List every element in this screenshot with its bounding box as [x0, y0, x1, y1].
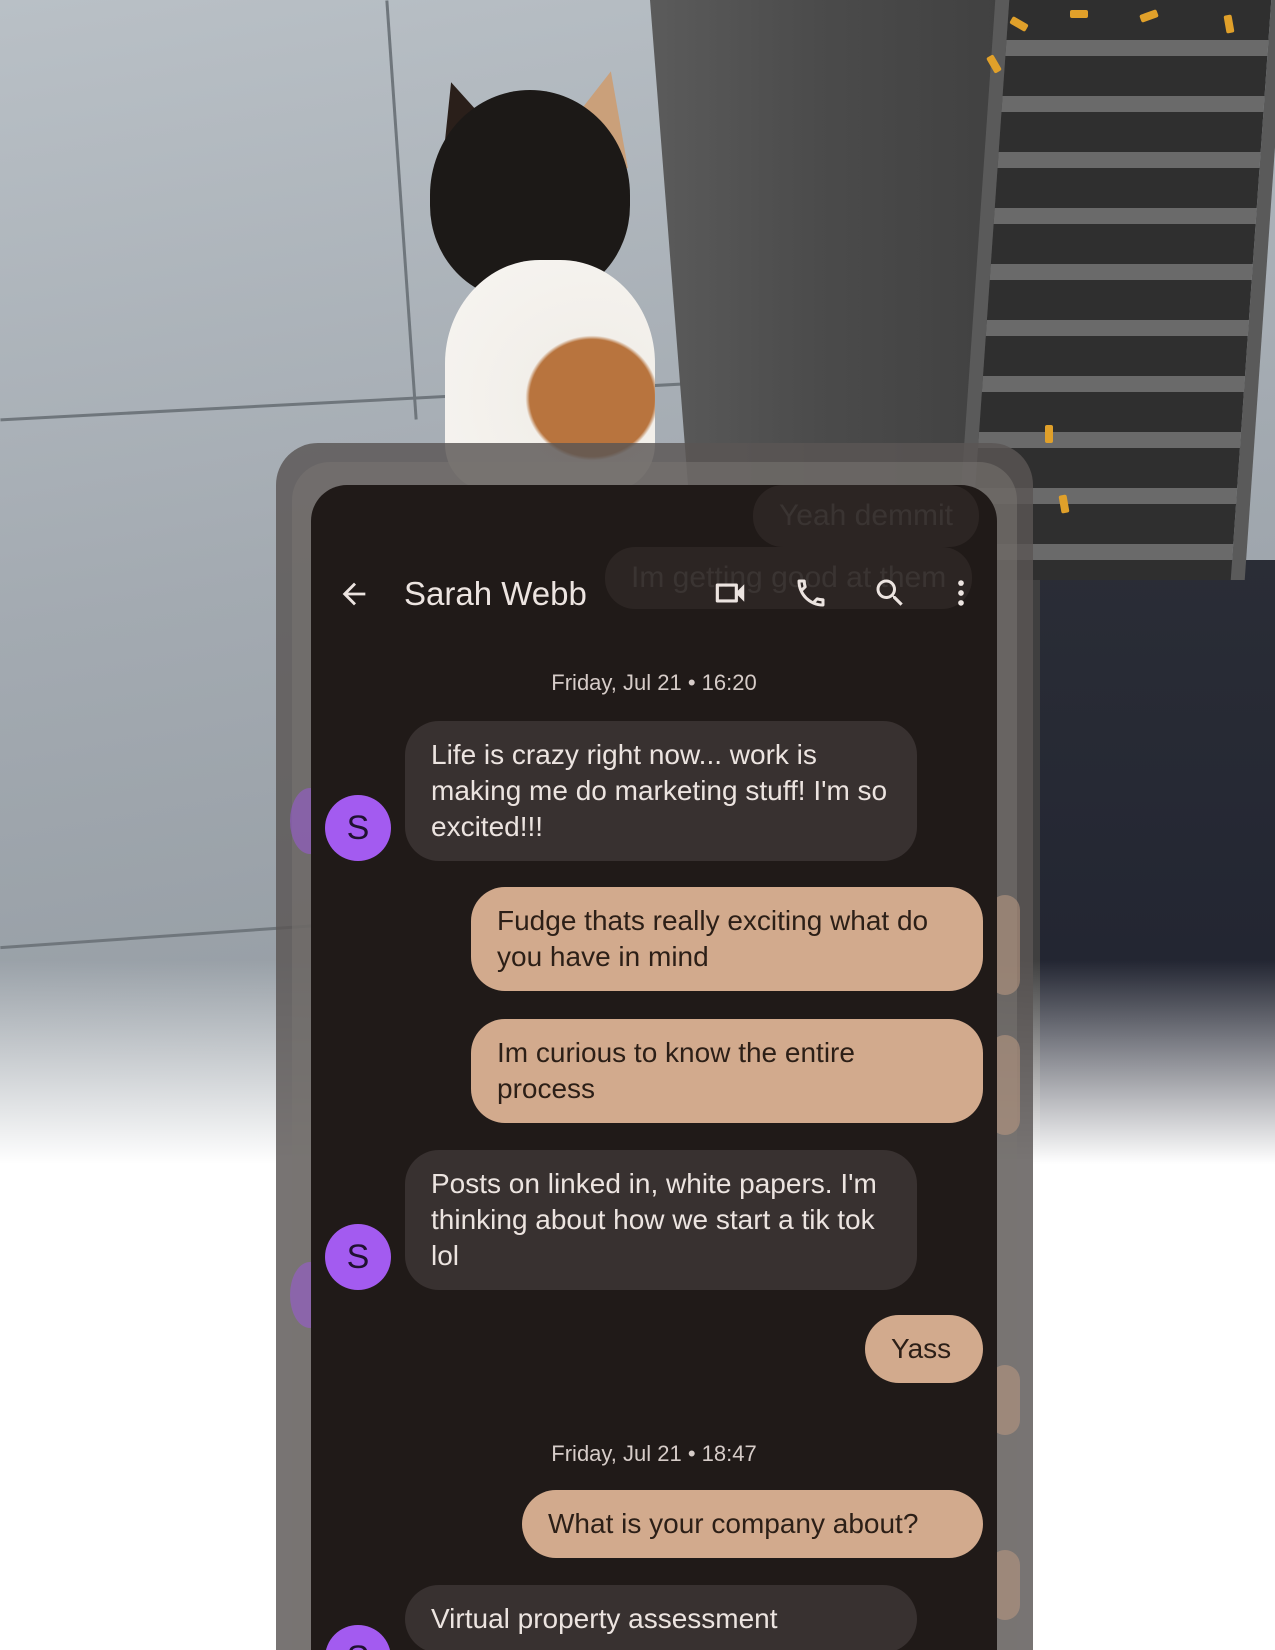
date-divider: Friday, Jul 21 • 16:20 — [551, 670, 757, 695]
app-bar: Sarah Webb — [311, 543, 997, 643]
outgoing-message[interactable]: Fudge thats really exciting what do you … — [471, 887, 983, 991]
avatar-initial: S — [346, 808, 370, 847]
outgoing-message[interactable]: Yass — [865, 1315, 983, 1383]
video-call-icon — [715, 583, 745, 603]
avatar[interactable]: S — [325, 795, 391, 861]
avatar-initial: S — [347, 1639, 370, 1650]
avatar[interactable]: S — [325, 1224, 391, 1290]
call-button[interactable] — [787, 569, 835, 617]
incoming-message[interactable]: Posts on linked in, white papers. I'm th… — [405, 1150, 917, 1290]
arrow-back-icon — [342, 582, 366, 606]
contact-name[interactable]: Sarah Webb — [404, 575, 587, 613]
incoming-message[interactable]: Virtual property assessment — [405, 1585, 917, 1650]
cigarette-butt — [1045, 425, 1053, 443]
outgoing-message[interactable]: Im curious to know the entire process — [471, 1019, 983, 1123]
more-vert-icon — [958, 580, 964, 606]
outgoing-message[interactable]: What is your company about? — [522, 1490, 983, 1558]
incoming-message[interactable]: Life is crazy right now... work is makin… — [405, 721, 917, 861]
video-call-button[interactable] — [706, 569, 754, 617]
phone-icon — [797, 579, 825, 607]
back-button[interactable] — [331, 571, 377, 617]
ghost-message: Yeah demmit — [753, 485, 979, 547]
search-button[interactable] — [866, 569, 914, 617]
more-options-button[interactable] — [937, 569, 985, 617]
search-icon — [876, 579, 903, 606]
date-divider: Friday, Jul 21 • 18:47 — [551, 1441, 757, 1466]
avatar[interactable]: S — [325, 1625, 391, 1650]
cigarette-butt — [1070, 10, 1088, 18]
avatar-initial: S — [346, 1237, 370, 1276]
messages-screen: Yeah demmit Im getting good at them Sara… — [311, 485, 997, 1650]
